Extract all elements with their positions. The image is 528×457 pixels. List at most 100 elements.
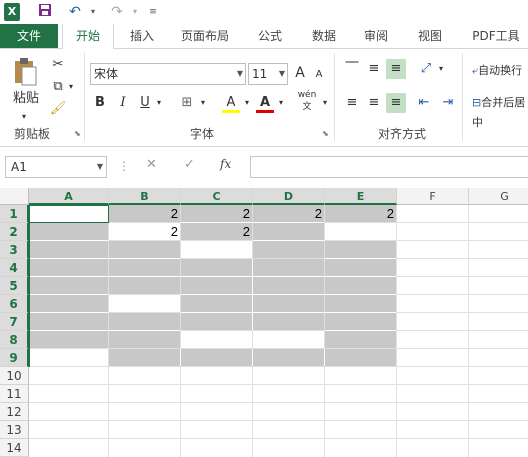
paste-button[interactable]: 粘贴 [8,89,44,109]
align-center-icon[interactable]: ≡ [364,93,384,113]
column-header-e[interactable]: E [325,188,397,205]
font-name-combo[interactable]: 宋体 ▼ [90,63,246,85]
row-header-12[interactable]: 12 [0,403,29,421]
fill-color-dropdown-icon[interactable]: ▾ [242,93,252,113]
tab-home[interactable]: 开始 [62,24,114,49]
tab-file[interactable]: 文件 [0,24,58,48]
cell-b2[interactable]: 2 [109,223,181,241]
name-box-dropdown-icon[interactable]: ▼ [97,157,103,177]
borders-icon[interactable]: ⊞ [178,93,196,113]
column-header-c[interactable]: C [181,188,253,205]
row-header-7[interactable]: 7 [0,313,29,331]
tab-insert[interactable]: 插入 [120,24,164,48]
undo-dropdown-icon[interactable]: ▾ [84,3,102,21]
cell-c2[interactable]: 2 [181,223,253,241]
font-launcher-icon[interactable]: ⬊ [322,129,329,138]
filled-range-b3-b5[interactable] [109,241,180,294]
merge-center-button[interactable]: ⊟合并后居中 [472,93,528,129]
paste-icon[interactable] [10,57,40,91]
column-header-g[interactable]: G [469,188,528,205]
cell-border [325,276,396,277]
align-left-icon[interactable]: ≡ [342,93,362,113]
copy-icon[interactable]: ⧉ [48,77,68,97]
underline-button[interactable]: U [138,93,152,113]
formula-input[interactable] [250,156,528,178]
decrease-indent-icon[interactable]: ⇤ [414,93,434,113]
underline-icon: U [140,95,150,110]
cancel-icon[interactable]: ✕ [146,157,157,172]
row-header-13[interactable]: 13 [0,421,29,439]
row-header-14[interactable]: 14 [0,439,29,457]
select-all-button[interactable] [0,188,29,205]
align-bottom-icon[interactable]: ≡ [386,59,406,79]
copy-dropdown-icon[interactable]: ▾ [66,77,76,97]
row-header-2[interactable]: 2 [0,223,29,241]
align-middle-icon[interactable]: ≡ [364,59,384,79]
selection-border [28,205,30,367]
row-header-11[interactable]: 11 [0,385,29,403]
font-size-dropdown-icon[interactable]: ▼ [279,64,285,84]
orientation-icon[interactable]: ⤢ [416,59,436,79]
redo-icon[interactable]: ↷ [108,3,126,21]
orientation-dropdown-icon[interactable]: ▾ [436,59,446,79]
paste-dropdown-icon[interactable]: ▾ [14,107,34,127]
increase-indent-icon[interactable]: ⇥ [438,93,458,113]
customize-icon[interactable]: ≡ [144,3,162,21]
cell-border [252,259,253,330]
tab-view[interactable]: 视图 [408,24,452,48]
align-top-icon[interactable]: ⎺ [342,59,362,79]
row-header-5[interactable]: 5 [0,277,29,295]
row-header-8[interactable]: 8 [0,331,29,349]
tab-formulas[interactable]: 公式 [248,24,292,48]
cell-border [29,258,108,259]
cell-border [325,258,396,259]
row-header-1[interactable]: 1 [0,205,29,223]
wrap-text-button[interactable]: ⤶自动换行 [472,61,528,81]
font-color-button[interactable]: A [256,93,274,113]
column-header-d[interactable]: D [253,188,325,205]
cell-b1[interactable]: 2 [109,205,181,223]
cut-icon[interactable]: ✂ [48,55,68,75]
bold-button[interactable]: B [92,93,108,113]
column-header-f[interactable]: F [397,188,469,205]
cell-c1[interactable]: 2 [181,205,253,223]
phonetic-dropdown-icon[interactable]: ▾ [320,93,330,113]
tab-review[interactable]: 审阅 [354,24,398,48]
font-size-combo[interactable]: 11 ▼ [248,63,288,85]
worksheet-grid[interactable]: A B C D E F G 1 2 3 4 5 6 7 8 9 10 11 12… [0,188,528,457]
borders-dropdown-icon[interactable]: ▾ [198,93,208,113]
column-header-a[interactable]: A [29,188,109,205]
phonetic-button[interactable]: wén 文 [294,89,320,112]
font-name-dropdown-icon[interactable]: ▼ [237,64,243,84]
shrink-font-button[interactable]: A [312,65,326,85]
font-name-value: 宋体 [94,67,119,81]
active-cell-a1[interactable] [29,205,109,223]
formula-bar-grip-icon: ⋮ [118,159,130,173]
row-header-10[interactable]: 10 [0,367,29,385]
underline-dropdown-icon[interactable]: ▾ [154,93,164,113]
insert-function-icon[interactable]: fx [220,157,231,171]
grow-font-button[interactable]: A [292,63,308,83]
tab-data[interactable]: 数据 [302,24,346,48]
redo-dropdown-icon[interactable]: ▾ [126,3,144,21]
font-color-dropdown-icon[interactable]: ▾ [276,93,286,113]
tab-pdf-tools[interactable]: PDF工具 [464,24,528,48]
enter-icon[interactable]: ✓ [184,157,195,172]
italic-button[interactable]: I [116,93,130,113]
format-painter-icon[interactable]: 🖌 [48,99,68,119]
row-header-9[interactable]: 9 [0,349,29,367]
row-header-3[interactable]: 3 [0,241,29,259]
cell-border [109,258,180,259]
cell-d1[interactable]: 2 [253,205,325,223]
fill-color-button[interactable]: A [222,93,240,113]
row-header-6[interactable]: 6 [0,295,29,313]
save-icon[interactable] [36,3,54,21]
column-header-b[interactable]: B [109,188,181,205]
undo-icon[interactable]: ↶ [66,3,84,21]
cell-e1[interactable]: 2 [325,205,397,223]
row-header-4[interactable]: 4 [0,259,29,277]
tab-page-layout[interactable]: 页面布局 [172,24,238,48]
name-box[interactable]: A1 ▼ [5,156,107,178]
clipboard-launcher-icon[interactable]: ⬊ [74,129,81,138]
align-right-icon[interactable]: ≡ [386,93,406,113]
